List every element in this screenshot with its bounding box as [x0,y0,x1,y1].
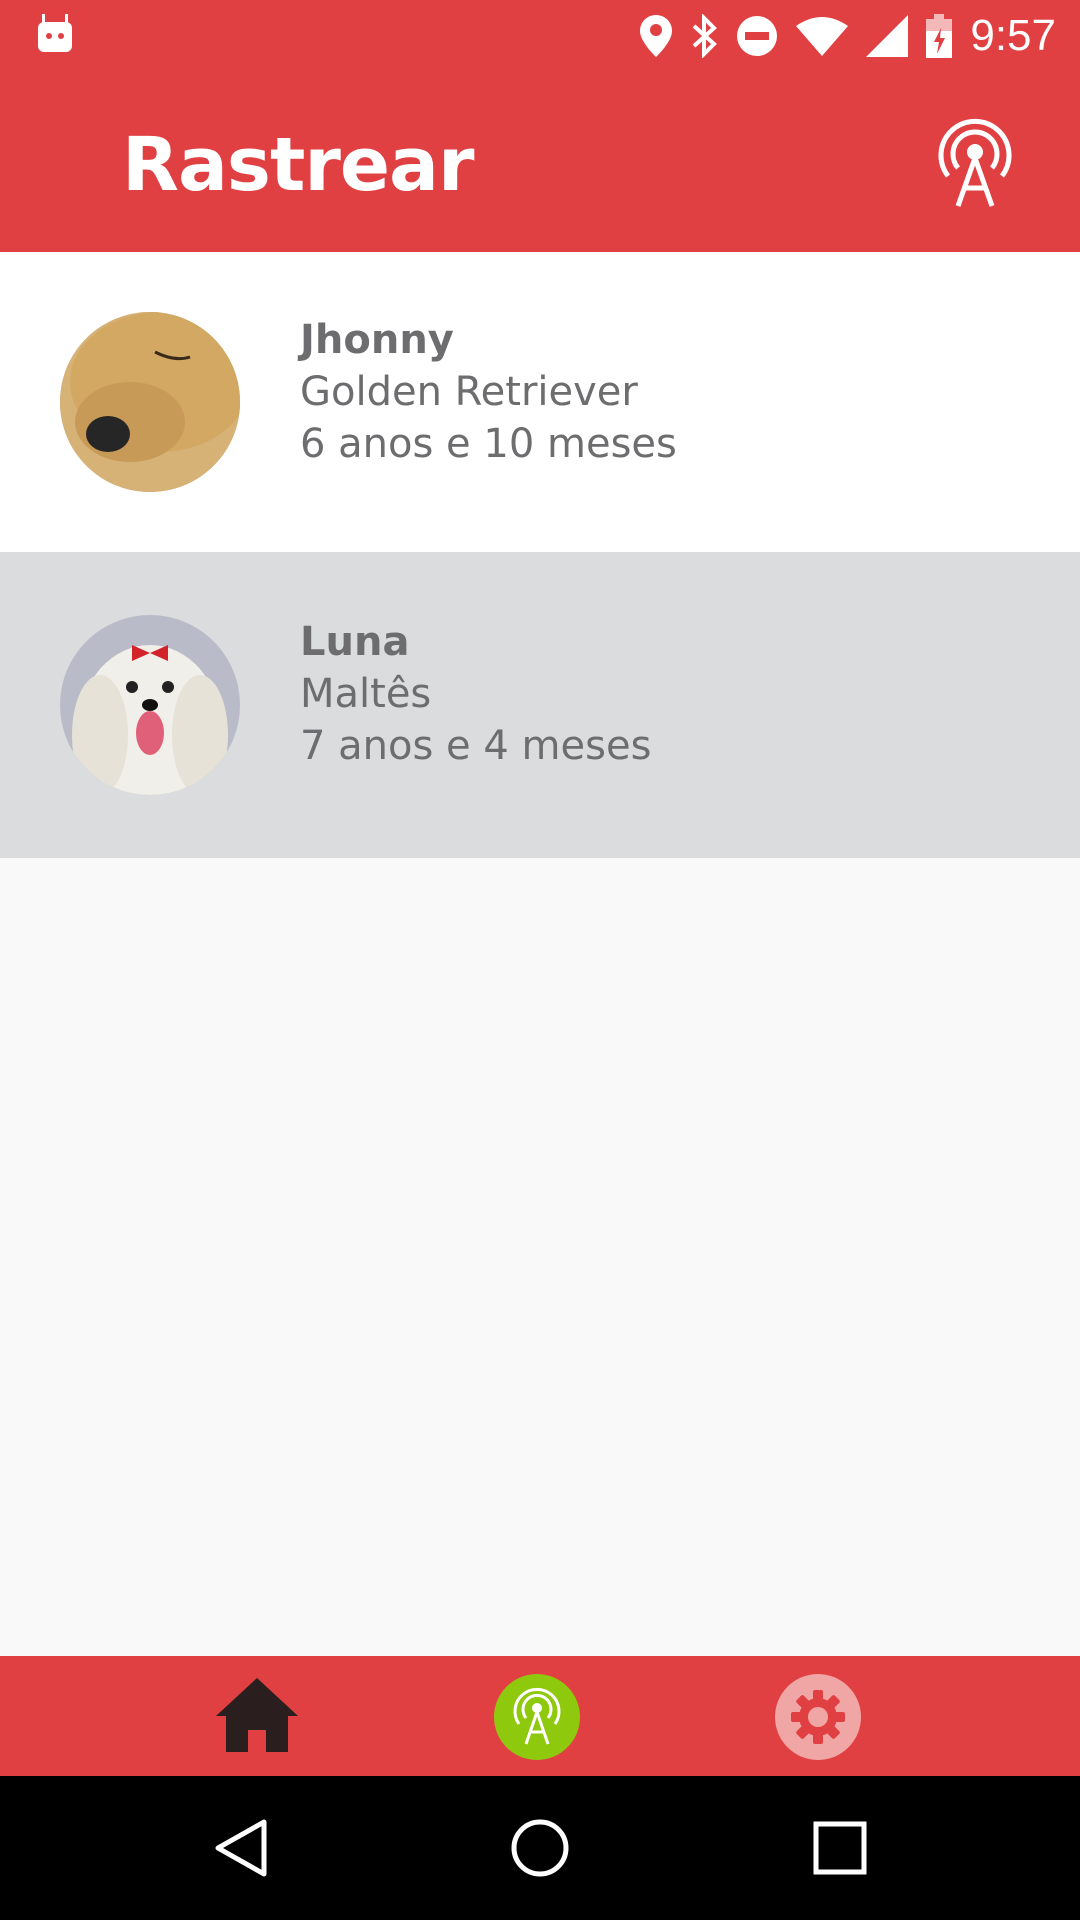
page-title: Rastrear [122,122,474,208]
pet-age: 7 anos e 4 meses [300,723,652,769]
pet-breed: Golden Retriever [300,369,638,415]
recents-icon [813,1821,867,1875]
system-nav-bar [0,1776,1080,1920]
recents-button[interactable] [804,1812,876,1884]
avatar [60,615,240,795]
do-not-disturb-icon [736,15,778,57]
antenna-icon [938,118,1012,207]
nav-track-button[interactable] [494,1674,580,1760]
location-icon [640,15,673,57]
pet-list: Jhonny Golden Retriever 6 anos e 10 mese… [0,252,1080,858]
android-icon [38,14,72,52]
nav-home-button[interactable] [214,1674,300,1760]
bluetooth-icon [690,14,718,58]
app-bar: Rastrear [0,72,1080,252]
avatar [60,312,240,492]
pet-age: 6 anos e 10 meses [300,421,677,467]
list-item[interactable]: Luna Maltês 7 anos e 4 meses [0,552,1080,858]
battery-charging-icon [926,14,953,58]
back-icon [215,1819,267,1877]
bottom-nav [0,1656,1080,1776]
circle-home-icon [511,1819,569,1877]
status-bar: 9:57 [0,0,1080,72]
pet-name: Jhonny [300,317,454,363]
gear-icon [791,1690,845,1744]
antenna-icon [513,1687,561,1745]
track-action-button[interactable] [936,118,1014,208]
back-button[interactable] [206,1812,278,1884]
home-system-button[interactable] [504,1812,576,1884]
signal-icon [866,15,909,57]
status-time: 9:57 [970,11,1056,60]
wifi-icon [796,16,849,56]
pet-name: Luna [300,619,410,665]
pet-breed: Maltês [300,671,432,717]
list-item[interactable]: Jhonny Golden Retriever 6 anos e 10 mese… [0,252,1080,552]
home-icon [216,1678,298,1752]
nav-settings-button[interactable] [775,1674,861,1760]
